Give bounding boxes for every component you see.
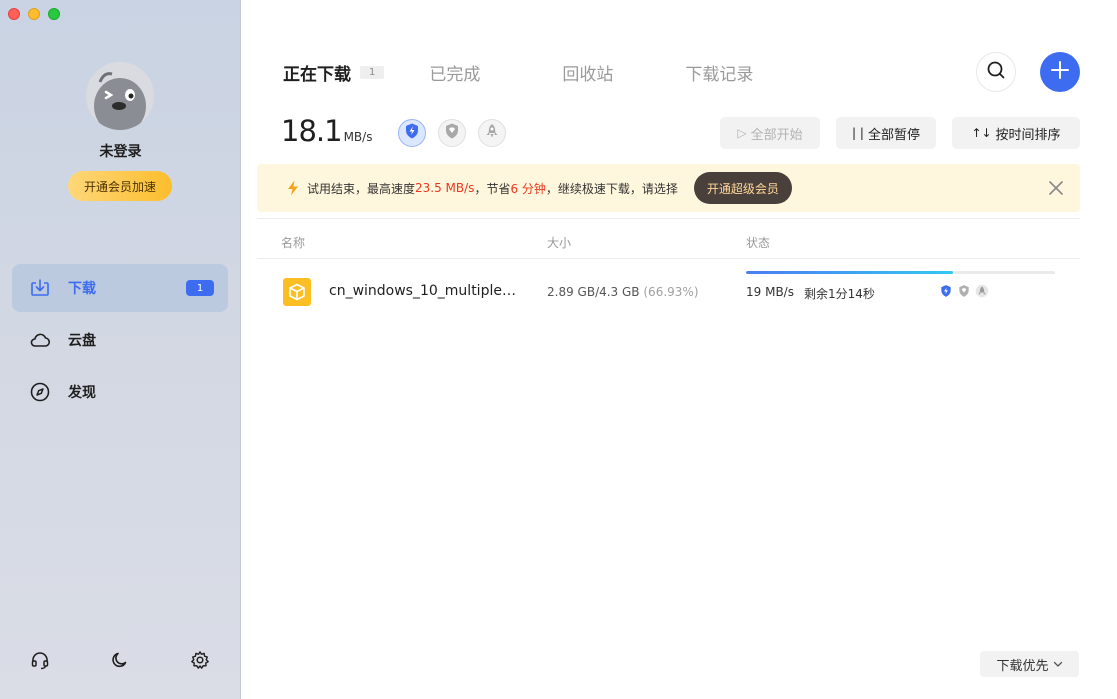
boost-mode-diamond-button[interactable]	[438, 119, 466, 147]
close-icon[interactable]	[1048, 180, 1064, 196]
search-button[interactable]	[976, 52, 1016, 92]
file-size: 2.89 GB/4.3 GB (66.93%)	[547, 285, 699, 299]
boost-mode-vip-button[interactable]	[398, 119, 426, 147]
minimize-window-button[interactable]	[28, 8, 40, 20]
tab-download-history[interactable]: 下载记录	[685, 60, 753, 85]
tab-label: 已完成	[429, 65, 481, 85]
moon-icon[interactable]	[108, 648, 132, 672]
download-progress-fill	[746, 271, 954, 274]
diamond-icon	[443, 122, 461, 144]
start-all-label: 全部开始	[750, 127, 803, 143]
divider	[257, 258, 1080, 259]
sidebar-item-label: 发现	[68, 385, 96, 401]
banner-text-mid: ，节省	[474, 181, 511, 196]
tab-bar: 正在下载 1 已完成 回收站 下载记录	[283, 60, 753, 85]
rocket-icon	[483, 122, 501, 144]
package-file-icon	[283, 278, 311, 306]
search-icon	[986, 60, 1006, 84]
banner-text-prefix: 试用结束，最高速度	[307, 181, 416, 196]
open-super-vip-button[interactable]: 开通超级会员	[693, 172, 792, 204]
vip-speedup-button[interactable]: 开通会员加速	[68, 171, 172, 201]
speed-unit: MB/s	[343, 130, 373, 144]
shield-bolt-icon	[403, 122, 421, 144]
column-header-size[interactable]: 大小	[547, 234, 571, 251]
column-header-status[interactable]: 状态	[746, 234, 770, 251]
sidebar-item-cloud[interactable]: 云盘	[12, 316, 228, 364]
tab-label: 正在下载	[283, 65, 351, 85]
play-icon: ▷	[737, 126, 747, 140]
compass-icon	[28, 380, 52, 404]
row-shield-bolt-icon[interactable]	[939, 284, 953, 298]
download-progress-bar	[746, 271, 1055, 274]
trial-ended-banner: 试用结束，最高速度 23.5 MB/s ，节省 6 分钟 ，继续极速下载，请选择…	[257, 164, 1080, 212]
file-percent: (66.93%)	[643, 285, 699, 299]
download-icon	[28, 276, 52, 300]
row-rocket-icon[interactable]	[975, 284, 989, 298]
add-task-button[interactable]	[1040, 52, 1080, 92]
zoom-window-button[interactable]	[48, 8, 60, 20]
column-header-name[interactable]: 名称	[281, 234, 305, 251]
lightning-icon	[287, 180, 299, 196]
tab-completed[interactable]: 已完成	[429, 60, 480, 85]
row-remaining-time: 剩余1分14秒	[804, 287, 875, 301]
row-speed: 19 MB/s	[746, 285, 794, 299]
pause-all-button[interactable]: | | 全部暂停	[836, 117, 936, 149]
total-speed: 18.1 MB/s	[281, 114, 372, 148]
tab-recycle-bin[interactable]: 回收站	[562, 60, 613, 85]
download-count-badge: 1	[186, 280, 214, 296]
tab-label: 回收站	[562, 65, 614, 85]
download-priority-dropdown[interactable]: 下载优先	[980, 651, 1079, 677]
avatar[interactable]	[86, 62, 154, 130]
priority-label: 下载优先	[996, 658, 1049, 674]
main-panel: 正在下载 1 已完成 回收站 下载记录 18.1 MB/s ▷ 全部开始 | |…	[241, 0, 1117, 699]
divider	[257, 218, 1080, 219]
gear-icon[interactable]	[188, 648, 212, 672]
start-all-button[interactable]: ▷ 全部开始	[720, 117, 820, 149]
file-name: cn_windows_10_multiple_editions_x64_dvd.…	[329, 283, 519, 299]
window-controls	[8, 8, 60, 20]
sidebar: 未登录 开通会员加速 下载 1 云盘 发现	[0, 0, 241, 699]
plus-icon	[1050, 60, 1070, 84]
sort-icon: ↑↓	[971, 126, 992, 140]
sidebar-item-discover[interactable]: 发现	[12, 368, 228, 416]
tab-label: 下载记录	[685, 65, 754, 85]
sidebar-item-download[interactable]: 下载 1	[12, 264, 228, 312]
speed-value: 18.1	[281, 114, 343, 148]
banner-message: 试用结束，最高速度 23.5 MB/s ，节省 6 分钟 ，继续极速下载，请选择	[307, 180, 678, 197]
chevron-down-icon	[1053, 659, 1063, 669]
sort-label: 按时间排序	[995, 127, 1061, 143]
row-diamond-icon[interactable]	[957, 284, 971, 298]
penguin-avatar-icon	[86, 62, 154, 130]
banner-max-speed: 23.5 MB/s	[415, 181, 475, 195]
close-window-button[interactable]	[8, 8, 20, 20]
sidebar-footer	[0, 648, 241, 672]
sidebar-nav: 下载 1 云盘 发现	[12, 264, 228, 420]
tab-downloading[interactable]: 正在下载 1	[283, 60, 385, 85]
banner-text-suffix: ，继续极速下载，请选择	[545, 181, 678, 196]
sidebar-item-label: 下载	[68, 281, 96, 297]
tab-count-badge: 1	[360, 66, 385, 79]
headset-icon[interactable]	[28, 648, 52, 672]
file-size-value: 2.89 GB/4.3 GB	[547, 285, 640, 299]
table-row[interactable]: cn_windows_10_multiple_editions_x64_dvd.…	[257, 262, 1080, 320]
pause-all-label: 全部暂停	[867, 127, 920, 143]
sort-button[interactable]: ↑↓ 按时间排序	[952, 117, 1080, 149]
cloud-icon	[28, 328, 52, 352]
banner-saved-time: 6 分钟	[510, 181, 546, 196]
sidebar-item-label: 云盘	[68, 333, 96, 349]
boost-mode-rocket-button[interactable]	[478, 119, 506, 147]
pause-icon: | |	[852, 126, 864, 140]
user-name[interactable]: 未登录	[0, 141, 241, 161]
